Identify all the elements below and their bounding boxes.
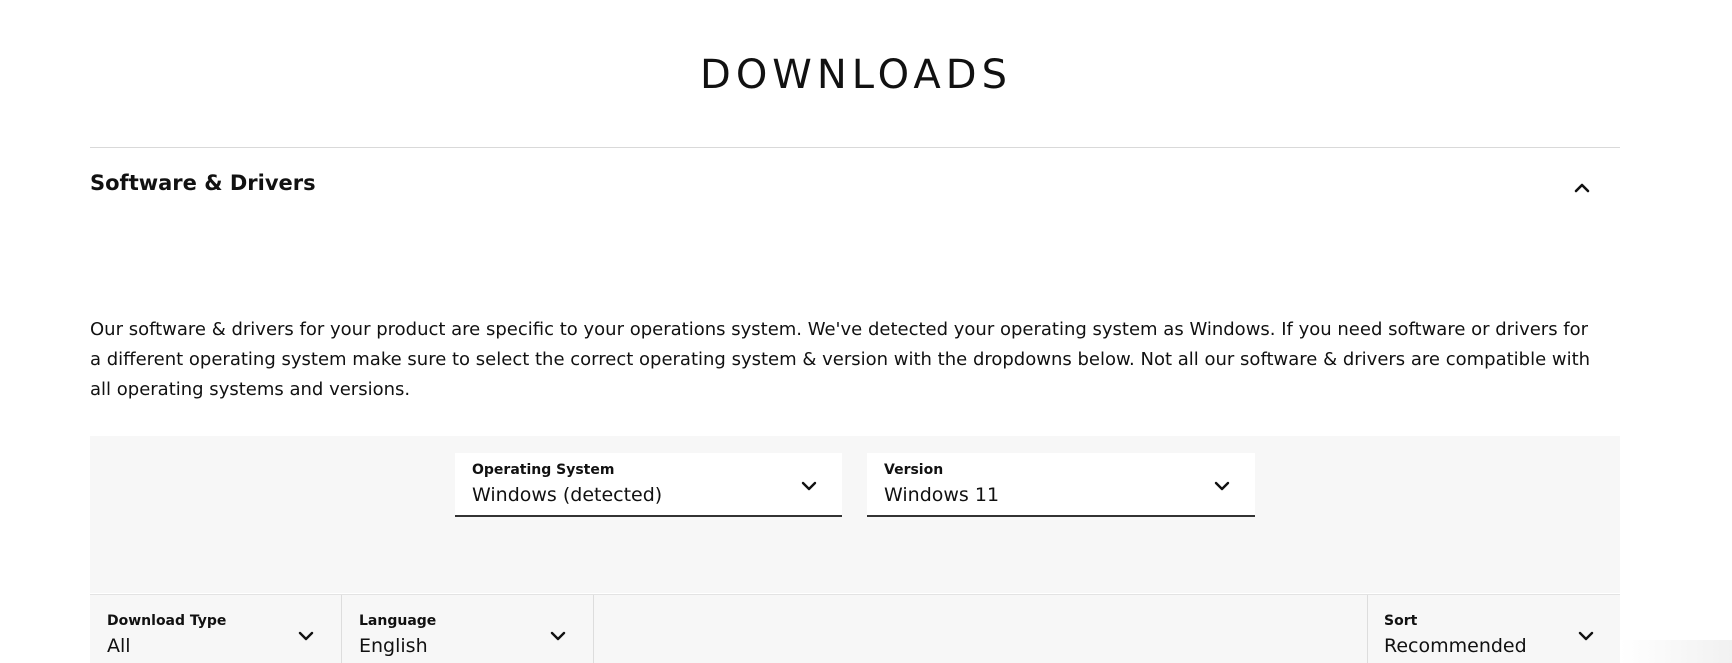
sort-filter[interactable]: Sort Recommended <box>1367 595 1620 663</box>
dropdown-value: Windows 11 <box>884 484 1000 506</box>
chevron-down-icon <box>801 481 817 491</box>
chevron-down-icon <box>298 631 314 641</box>
page-title: DOWNLOADS <box>700 52 1012 98</box>
filter-value: Recommended <box>1384 635 1527 657</box>
filter-value: All <box>107 635 131 657</box>
software-drivers-accordion-header[interactable]: Software & Drivers <box>90 150 1620 220</box>
filter-label: Sort <box>1384 613 1418 629</box>
os-description-text: Our software & drivers for your product … <box>90 319 1591 400</box>
page-edge-shadow <box>1620 640 1732 663</box>
operating-system-dropdown[interactable]: Operating System Windows (detected) <box>455 453 842 517</box>
chevron-up-icon[interactable] <box>1572 178 1592 198</box>
section-divider <box>90 147 1620 148</box>
download-filter-bar: Download Type All Language English Sort … <box>90 594 1620 663</box>
dropdown-label: Operating System <box>472 462 615 478</box>
download-type-filter[interactable]: Download Type All <box>90 595 342 663</box>
chevron-down-icon <box>1214 481 1230 491</box>
dropdown-value: Windows (detected) <box>472 484 663 506</box>
chevron-down-icon <box>1578 631 1594 641</box>
language-filter[interactable]: Language English <box>342 595 594 663</box>
os-selector-panel: Operating System Windows (detected) Vers… <box>90 436 1620 593</box>
dropdown-label: Version <box>884 462 944 478</box>
chevron-down-icon <box>550 631 566 641</box>
downloads-page: DOWNLOADS Software & Drivers Our softwar… <box>0 0 1732 663</box>
filter-label: Language <box>359 613 437 629</box>
version-dropdown[interactable]: Version Windows 11 <box>867 453 1255 517</box>
filter-label: Download Type <box>107 613 227 629</box>
filter-value: English <box>359 635 428 657</box>
section-title: Software & Drivers <box>90 171 316 195</box>
